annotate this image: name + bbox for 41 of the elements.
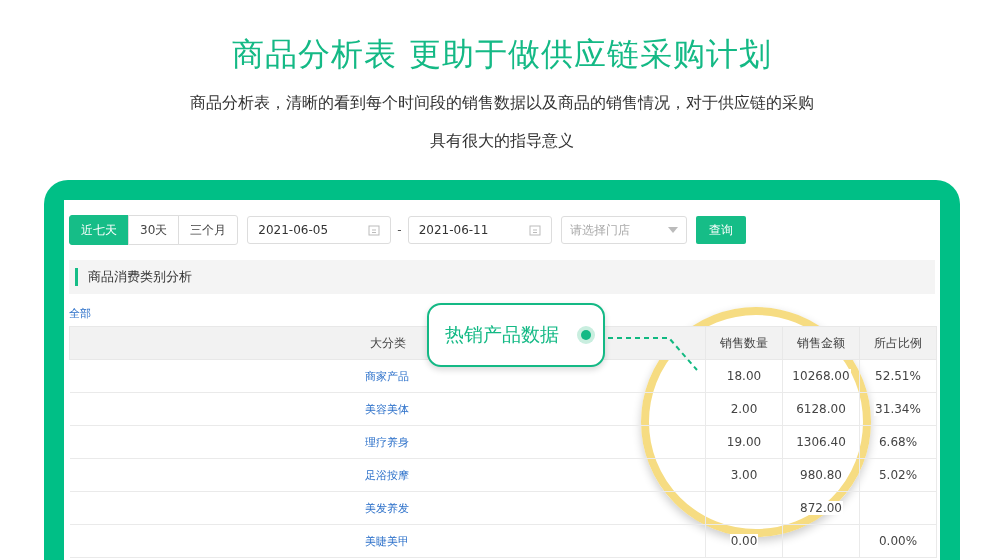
- calendar-icon: [528, 224, 541, 236]
- date-field[interactable]: 2021-06-05: [247, 216, 392, 244]
- table-cell: 52.51%: [874, 369, 922, 383]
- table-cell: 19.00: [725, 435, 763, 449]
- range-tab[interactable]: 30天: [128, 215, 180, 245]
- column-header: 所占比例: [859, 326, 937, 360]
- calendar-icon: [368, 224, 381, 236]
- table-cell: 6128.00: [795, 402, 847, 416]
- category-link[interactable]: 美容美体: [365, 402, 410, 416]
- category-link[interactable]: 美睫美甲: [365, 534, 410, 548]
- table-cell: 872.00: [799, 501, 843, 515]
- select-placeholder: 请选择门店: [569, 221, 630, 239]
- table-cell: 5.02%: [877, 468, 919, 482]
- table-cell: 3.00: [729, 468, 759, 482]
- range-separator: -: [397, 223, 402, 237]
- table-cell: 18.00: [725, 369, 763, 383]
- date-field[interactable]: 2021-06-11: [407, 216, 552, 244]
- intro-text: 具有很大的指导意义: [430, 130, 574, 152]
- table-cell: 1306.40: [795, 435, 847, 449]
- table-cell: 6.68%: [877, 435, 919, 449]
- section-title: 商品消费类别分析: [88, 268, 192, 286]
- caret-icon: [667, 227, 678, 233]
- category-link[interactable]: 美发养发: [365, 501, 410, 515]
- table-cell: 10268.00: [791, 369, 851, 383]
- column-header: 销售数量: [705, 326, 783, 360]
- category-link[interactable]: 商家产品: [365, 369, 410, 383]
- date-value: 2021-06-11: [418, 223, 489, 237]
- table-cell: 2.00: [729, 402, 759, 416]
- table-cell: 0.00: [729, 534, 759, 548]
- table-cell: 31.34%: [874, 402, 922, 416]
- all-link[interactable]: 全部: [69, 307, 91, 320]
- date-value: 2021-06-05: [258, 223, 329, 237]
- category-link[interactable]: 理疗养身: [365, 435, 410, 449]
- range-tab[interactable]: 三个月: [178, 215, 239, 245]
- category-link[interactable]: 足浴按摩: [365, 468, 410, 482]
- table-cell: 980.80: [799, 468, 843, 482]
- intro-text: 商品分析表，清晰的看到每个时间段的销售数据以及商品的销售情况，对于供应链的采购: [190, 92, 814, 114]
- column-header: 销售金额: [782, 326, 860, 360]
- headline: 商品分析表 更助于做供应链采购计划: [232, 34, 772, 74]
- dot-icon: [581, 330, 591, 340]
- table-cell: 0.00%: [877, 534, 919, 548]
